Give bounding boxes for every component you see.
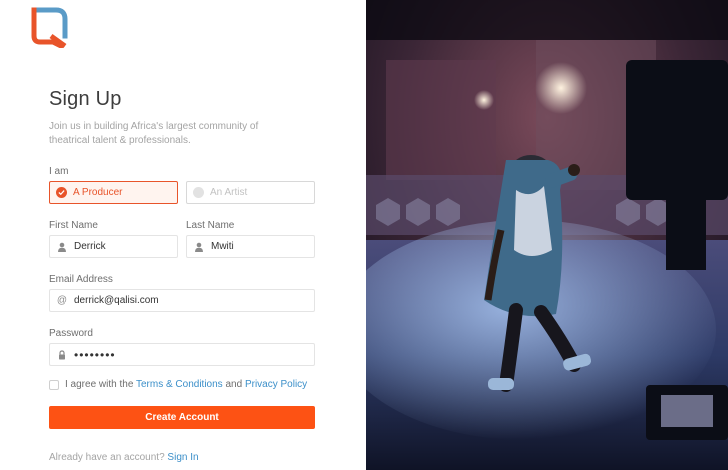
user-icon <box>193 241 205 253</box>
brand-logo <box>31 7 68 48</box>
first-name-label: First Name <box>49 220 98 231</box>
stage-photo <box>366 0 728 470</box>
first-name-value: Derrick <box>74 241 106 252</box>
privacy-link[interactable]: Privacy Policy <box>245 379 307 390</box>
radio-empty-icon <box>193 187 204 198</box>
last-name-field[interactable]: Mwiti <box>186 235 315 258</box>
role-label: I am <box>49 166 69 177</box>
user-icon <box>56 241 68 253</box>
last-name-label: Last Name <box>186 220 235 231</box>
role-option-producer[interactable]: A Producer <box>49 181 178 204</box>
signin-link[interactable]: Sign In <box>167 452 198 463</box>
signin-prompt: Already have an account? Sign In <box>49 452 199 463</box>
terms-prefix: I agree with the <box>65 379 134 390</box>
first-name-field[interactable]: Derrick <box>49 235 178 258</box>
role-option-artist[interactable]: An Artist <box>186 181 315 204</box>
terms-and: and <box>225 379 243 390</box>
page-subtitle: Join us in building Africa's largest com… <box>49 121 259 146</box>
terms-checkbox[interactable] <box>49 380 59 390</box>
signup-panel: Sign Up Join us in building Africa's lar… <box>0 0 366 470</box>
signin-prompt-text: Already have an account? <box>49 452 165 463</box>
password-field[interactable]: •••••••• <box>49 343 315 366</box>
lock-icon <box>56 349 68 361</box>
terms-text: I agree with the Terms & Conditions and … <box>65 379 307 390</box>
terms-link[interactable]: Terms & Conditions <box>136 379 223 390</box>
password-label: Password <box>49 328 93 339</box>
page-title: Sign Up <box>49 88 122 110</box>
hero-image <box>366 0 728 470</box>
role-option-label: A Producer <box>73 187 123 198</box>
check-icon <box>56 187 67 198</box>
password-value: •••••••• <box>74 347 116 362</box>
email-value: derrick@qalisi.com <box>74 295 159 306</box>
role-option-label: An Artist <box>210 187 248 198</box>
email-field[interactable]: @ derrick@qalisi.com <box>49 289 315 312</box>
at-icon: @ <box>56 295 68 306</box>
email-label: Email Address <box>49 274 113 285</box>
create-account-button[interactable]: Create Account <box>49 406 315 429</box>
last-name-value: Mwiti <box>211 241 234 252</box>
